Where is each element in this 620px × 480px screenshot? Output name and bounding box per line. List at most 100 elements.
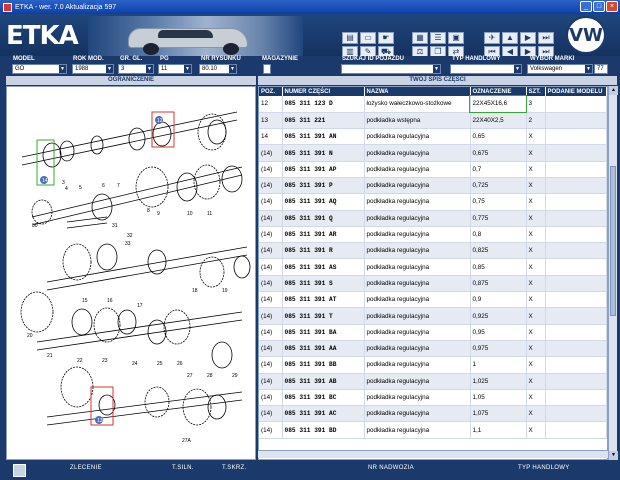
- col-part-number[interactable]: NUMER CZĘŚCI: [282, 87, 365, 96]
- toolbar-group-2: ▦ ☰ ▣ ⚖ ❐ ⇄: [412, 32, 472, 58]
- cell-designation: 0,675: [470, 144, 527, 162]
- table-row[interactable]: (14) 085 311 391 Ppodkładka regulacyjna 0,…: [259, 177, 607, 195]
- callout-18: 18: [192, 288, 198, 294]
- pin-icon[interactable]: ✈: [484, 32, 500, 44]
- model-select[interactable]: GO ▼: [12, 64, 67, 74]
- cell-qty: X: [526, 177, 546, 195]
- vin-input[interactable]: ▼: [341, 64, 441, 74]
- window-grid-icon[interactable]: ▦: [412, 32, 428, 44]
- cell-name: podkładka regulacyjna: [364, 161, 471, 178]
- filter-icon[interactable]: ▣: [448, 32, 464, 44]
- horizontal-scrollbar[interactable]: [258, 450, 608, 458]
- scroll-up-arrow[interactable]: ▲: [609, 86, 618, 95]
- brand-select[interactable]: Volkswagen ▼: [527, 64, 593, 74]
- year-select[interactable]: 1988 ▼: [72, 64, 114, 74]
- warehouse-checkbox[interactable]: [263, 64, 271, 74]
- screen-icon[interactable]: ▭: [360, 32, 376, 44]
- cell-pos: (14): [259, 161, 283, 178]
- table-row[interactable]: (14) 085 311 391 AS podkładka regulacyjna 0…: [259, 258, 607, 276]
- cell-model: [545, 340, 607, 358]
- table-row[interactable]: (14) 085 311 391 AP podkładka regulacyjna 0…: [259, 161, 607, 178]
- table-row-selected[interactable]: 12 085 311 123 Dłożysko wałeczkowo-stożko…: [259, 94, 607, 114]
- cell-pos: (14): [259, 389, 283, 407]
- cell-qty: X: [526, 340, 546, 358]
- cell-qty: X: [526, 242, 546, 260]
- group-select[interactable]: 3 ▼: [118, 64, 154, 74]
- engine-type-button[interactable]: T.SILN.: [172, 465, 194, 471]
- cell-designation: 0,75: [470, 193, 527, 211]
- cell-qty: X: [526, 275, 546, 293]
- cell-model: [545, 112, 607, 130]
- up-icon[interactable]: ▲: [502, 32, 518, 44]
- callout-4: 4: [65, 186, 68, 192]
- cell-qty: 3: [526, 96, 546, 113]
- table-row[interactable]: (14) 085 311 391 BD podkładka regulacyjna 1…: [259, 421, 607, 439]
- cell-designation: 0,65: [470, 128, 527, 146]
- table-row[interactable]: 14 085 311 391 AN podkładka regulacyjna 0,6…: [259, 128, 607, 146]
- cell-part-number: 085 311 391 BA: [282, 324, 365, 341]
- col-designation[interactable]: OZNACZENIE: [470, 87, 527, 96]
- minimize-button[interactable]: _: [580, 1, 592, 12]
- table-row[interactable]: (14) 085 311 391 Rpodkładka regulacyjna 0,…: [259, 242, 607, 260]
- trade-type-button[interactable]: TYP HANDLOWY: [518, 465, 570, 471]
- window-list-icon[interactable]: ☰: [430, 32, 446, 44]
- cell-part-number: 085 311 391 AP: [282, 161, 365, 178]
- brand-label: WYBÓR MARKI: [530, 56, 575, 62]
- cell-model: [545, 161, 607, 178]
- pg-select[interactable]: 11 ▼: [158, 64, 192, 74]
- table-row[interactable]: (14) 085 311 391 Qpodkładka regulacyjna 0,…: [259, 210, 607, 227]
- gearbox-type-button[interactable]: T.SKRZ.: [222, 465, 246, 471]
- cell-pos: (14): [259, 258, 283, 276]
- cell-name: podkładka regulacyjna: [364, 373, 471, 390]
- vertical-scrollbar[interactable]: ▲ ▼: [608, 86, 618, 460]
- table-row[interactable]: (14) 085 311 391 AA podkładka regulacyjna 0…: [259, 340, 607, 358]
- table-row[interactable]: (14) 085 311 391 BA podkładka regulacyjna 0…: [259, 324, 607, 341]
- callout-12: 12: [157, 118, 163, 124]
- exploded-diagram[interactable]: 12 14 13 3 4 5 6 7 8 9 10 11 30 31 32 33…: [6, 86, 256, 460]
- table-row[interactable]: (14) 085 311 391 Npodkładka regulacyjna 0,…: [259, 144, 607, 162]
- cell-name: podkładka regulacyjna: [364, 291, 471, 309]
- table-row[interactable]: (14) 085 311 391 AC podkładka regulacyjna 1…: [259, 405, 607, 423]
- col-name[interactable]: NAZWA: [364, 87, 471, 96]
- next-page-icon[interactable]: ▶: [520, 32, 536, 44]
- col-qty[interactable]: SZT.: [526, 87, 546, 96]
- close-button[interactable]: ×: [606, 1, 618, 12]
- table-row[interactable]: 13 085 311 221 podkładka wstępna 22X40X2,5 2: [259, 112, 607, 130]
- cell-qty: 2: [526, 112, 546, 130]
- scroll-down-arrow[interactable]: ▼: [609, 451, 618, 460]
- last-page-icon[interactable]: ⏭: [538, 32, 554, 44]
- table-row[interactable]: (14) 085 311 391 BB podkładka regulacyjna 1…: [259, 356, 607, 374]
- cell-designation: 1,05: [470, 389, 527, 407]
- hand-icon[interactable]: ☛: [378, 32, 394, 44]
- table-row[interactable]: (14) 085 311 391 AR podkładka regulacyjna 0…: [259, 226, 607, 244]
- table-row[interactable]: (14) 085 311 391 AQ podkładka regulacyjna 0…: [259, 193, 607, 211]
- table-row[interactable]: (14) 085 311 391 Tpodkładka regulacyjna 0,…: [259, 307, 607, 325]
- col-pos[interactable]: POZ.: [259, 87, 283, 96]
- printer-icon[interactable]: ▤: [342, 32, 358, 44]
- order-button[interactable]: ZLECENIE: [70, 465, 102, 471]
- table-row[interactable]: (14) 085 311 391 AB podkładka regulacyjna 1…: [259, 373, 607, 390]
- body-number-button[interactable]: NR NADWOZIA: [368, 465, 414, 471]
- maximize-button[interactable]: □: [593, 1, 605, 12]
- parts-table: POZ. NUMER CZĘŚCI NAZWA OZNACZENIE SZT. …: [259, 87, 607, 439]
- callout-20: 20: [27, 333, 33, 339]
- cell-part-number: 085 311 391 N: [282, 144, 365, 162]
- col-model[interactable]: PODANIE MODELU: [545, 87, 607, 96]
- callout-25: 25: [157, 361, 163, 367]
- cell-pos: 13: [259, 112, 283, 130]
- drawing-select[interactable]: 80.10 ▼: [199, 64, 237, 74]
- cell-pos: (14): [259, 421, 283, 439]
- cell-model: [545, 373, 607, 390]
- scroll-thumb[interactable]: [610, 166, 616, 316]
- trade-select[interactable]: ▼: [450, 64, 522, 74]
- cell-pos: (14): [259, 193, 283, 211]
- cell-name: podkładka regulacyjna: [364, 421, 471, 439]
- drawing-label: NR RYSUNKU: [201, 56, 241, 62]
- cell-part-number: 085 311 391 AN: [282, 128, 365, 146]
- table-row[interactable]: (14) 085 311 391 AT podkładka regulacyjna 0…: [259, 291, 607, 309]
- cell-model: [545, 291, 607, 309]
- table-row[interactable]: (14) 085 311 391 Spodkładka regulacyjna 0,…: [259, 275, 607, 293]
- cell-name: podkładka regulacyjna: [364, 405, 471, 423]
- cell-qty: X: [526, 421, 546, 439]
- table-row[interactable]: (14) 085 311 391 BC podkładka regulacyjna 1…: [259, 389, 607, 407]
